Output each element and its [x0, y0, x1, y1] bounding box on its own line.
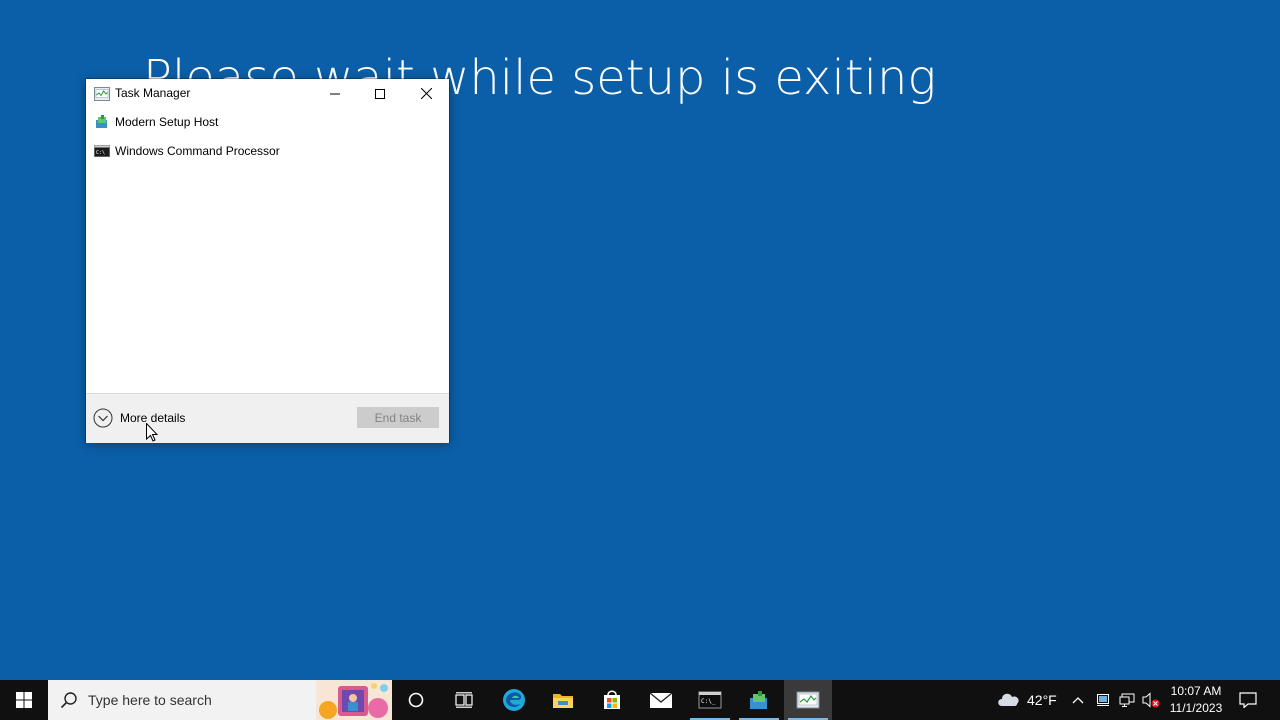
notification-icon: [1239, 692, 1257, 708]
search-placeholder: Type here to search: [88, 692, 212, 708]
volume-muted-icon: [1142, 692, 1160, 708]
task-manager-footer: More details End task: [86, 393, 449, 443]
task-manager-icon: [94, 87, 110, 101]
maximize-icon: [375, 88, 385, 99]
chevron-up-icon: [1072, 697, 1084, 704]
edge-button[interactable]: [490, 680, 538, 720]
file-explorer-icon: [553, 694, 573, 708]
close-icon: [420, 88, 432, 99]
chevron-down-icon: [93, 408, 113, 428]
cortana-icon: [408, 692, 424, 708]
cortana-button[interactable]: [392, 680, 440, 720]
task-manager-window[interactable]: Task Manager Modern Setup Host C:\ Windo…: [86, 79, 449, 443]
command-prompt-icon: C:\_: [698, 691, 722, 709]
action-center-button[interactable]: [1230, 680, 1266, 720]
process-name: Modern Setup Host: [115, 115, 219, 129]
setup-host-taskbar-button[interactable]: [735, 680, 783, 720]
svg-text:C:\_: C:\_: [701, 698, 716, 705]
show-hidden-icons-button[interactable]: [1068, 690, 1088, 710]
tray-app-button[interactable]: [1093, 690, 1113, 710]
mouse-cursor-icon: [146, 423, 158, 442]
process-row-windows-command-processor[interactable]: C:\ Windows Command Processor: [86, 138, 449, 164]
mail-button[interactable]: [637, 680, 685, 720]
close-button[interactable]: [403, 79, 449, 108]
windows-logo-icon: [16, 692, 32, 708]
minimize-icon: [330, 93, 340, 94]
command-prompt-taskbar-button[interactable]: C:\_: [686, 680, 734, 720]
cloud-icon: [998, 693, 1019, 706]
window-title: Task Manager: [115, 86, 191, 100]
maximize-button[interactable]: [357, 79, 403, 108]
minimize-button[interactable]: [312, 79, 358, 108]
start-button[interactable]: [0, 680, 48, 720]
weather-temperature: 42°F: [1027, 692, 1057, 708]
mail-icon: [649, 692, 673, 708]
setup-host-icon: [750, 691, 767, 709]
clock-time: 10:07 AM: [1170, 684, 1222, 698]
task-manager-icon: [796, 691, 820, 709]
search-input[interactable]: Type here to search: [48, 680, 392, 720]
task-manager-titlebar[interactable]: Task Manager: [86, 79, 449, 108]
file-explorer-button[interactable]: [539, 680, 587, 720]
device-icon: [1097, 694, 1109, 706]
desktop-background: Please wait while setup is exiting Task …: [0, 0, 1280, 680]
process-name: Windows Command Processor: [115, 144, 280, 158]
svg-text:C:\: C:\: [96, 150, 105, 156]
edge-icon: [503, 689, 525, 711]
network-icon: [1119, 693, 1135, 707]
end-task-button[interactable]: End task: [357, 407, 439, 428]
microsoft-store-button[interactable]: [588, 680, 636, 720]
command-prompt-icon: C:\: [94, 145, 110, 157]
clock-date: 11/1/2023: [1169, 701, 1223, 715]
network-button[interactable]: [1117, 690, 1137, 710]
clock[interactable]: 10:07 AM 11/1/2023: [1166, 683, 1226, 717]
task-manager-taskbar-button[interactable]: [784, 680, 832, 720]
setup-host-icon: [96, 115, 107, 128]
taskbar: Type here to search C:\_ 42°F 10:07 AM 1…: [0, 680, 1280, 720]
volume-button[interactable]: [1141, 690, 1161, 710]
search-highlight-illustration-icon[interactable]: [316, 680, 392, 720]
task-view-button[interactable]: [440, 680, 488, 720]
store-icon: [604, 690, 620, 709]
process-row-modern-setup-host[interactable]: Modern Setup Host: [86, 109, 449, 135]
search-icon: [60, 692, 77, 709]
weather-widget[interactable]: 42°F: [994, 680, 1060, 720]
task-view-icon: [455, 692, 473, 708]
